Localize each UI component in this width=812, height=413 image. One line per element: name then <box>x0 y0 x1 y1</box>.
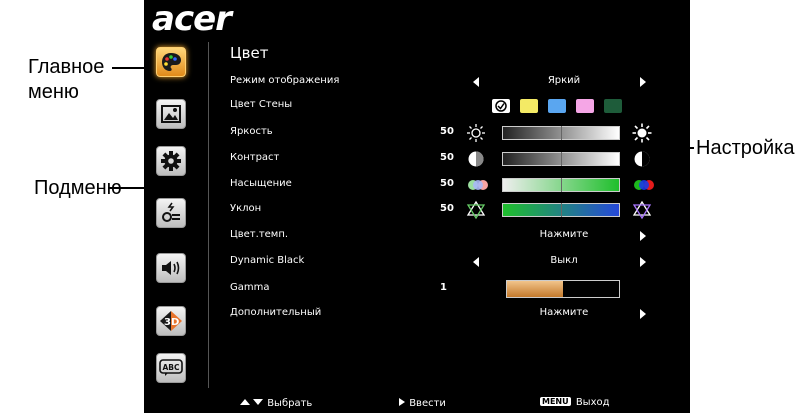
callout-settings: Настройка <box>696 137 795 159</box>
row-label: Режим отображения <box>230 75 340 86</box>
contrast-slider[interactable] <box>502 152 620 166</box>
row-tint[interactable]: Уклон 50 <box>144 200 690 220</box>
row-contrast[interactable]: Контраст 50 <box>144 149 690 169</box>
arrow-left-icon[interactable] <box>473 257 479 267</box>
arrow-right-icon[interactable] <box>640 77 646 87</box>
tint-high-icon <box>632 200 652 225</box>
arrow-right-icon[interactable] <box>640 231 646 241</box>
gamma-fill <box>507 281 563 297</box>
wall-color-swatch-pink[interactable] <box>576 99 594 113</box>
tint-value: 50 <box>440 203 454 214</box>
row-label: Цвет Стены <box>230 99 293 110</box>
brightness-value: 50 <box>440 126 454 137</box>
row-gamma[interactable]: Gamma 1 <box>144 279 690 299</box>
row-value: Яркий <box>547 75 581 86</box>
row-label: Дополнительный <box>230 307 322 318</box>
saturation-high-icon <box>632 175 656 200</box>
row-label: Насыщение <box>230 178 292 189</box>
row-label: Gamma <box>230 282 270 293</box>
contrast-value: 50 <box>440 152 454 163</box>
footer-enter-hint: Ввести <box>398 397 446 409</box>
row-label: Цвет.темп. <box>230 229 289 240</box>
callout-main-menu-line2: меню <box>28 81 79 103</box>
svg-text:ABC: ABC <box>163 363 181 372</box>
row-dynamic-black[interactable]: Dynamic Black Выкл <box>144 252 690 272</box>
wall-color-swatch-yellow[interactable] <box>520 99 538 113</box>
row-value: Выкл <box>550 255 578 266</box>
sun-filled-icon <box>632 123 652 148</box>
up-down-arrows-icon <box>240 399 263 405</box>
check-icon <box>495 100 507 112</box>
callout-main-menu-line1: Главное <box>28 56 105 78</box>
row-wall-color[interactable]: Цвет Стены <box>144 96 690 116</box>
contrast-high-icon <box>632 149 652 174</box>
arrow-right-icon[interactable] <box>640 257 646 267</box>
saturation-slider[interactable] <box>502 178 620 192</box>
wall-color-swatch-green[interactable] <box>604 99 622 113</box>
footer-enter-label: Ввести <box>409 398 446 409</box>
row-saturation[interactable]: Насыщение 50 <box>144 175 690 195</box>
row-brightness[interactable]: Яркость 50 <box>144 123 690 143</box>
abc-language-icon[interactable]: ABC <box>156 353 186 383</box>
slider-marker <box>561 178 562 192</box>
menu-key-badge: MENU <box>540 397 571 406</box>
row-display-mode[interactable]: Режим отображения Яркий <box>144 72 690 92</box>
slider-marker <box>561 126 562 140</box>
wall-color-swatch-blue[interactable] <box>548 99 566 113</box>
arrow-left-icon[interactable] <box>473 77 479 87</box>
saturation-low-icon <box>466 175 490 200</box>
row-color-temp[interactable]: Цвет.темп. Нажмите <box>144 226 690 246</box>
slider-marker <box>561 203 562 217</box>
row-label: Яркость <box>230 126 273 137</box>
footer-select-label: Выбрать <box>267 398 313 409</box>
brightness-slider[interactable] <box>502 126 620 140</box>
slider-marker <box>561 152 562 166</box>
contrast-low-icon <box>466 149 486 174</box>
row-value: Нажмите <box>539 307 589 318</box>
row-advanced[interactable]: Дополнительный Нажмите <box>144 304 690 324</box>
callout-main-menu: Главное меню <box>28 55 104 105</box>
wall-color-swatch-white[interactable] <box>492 99 510 113</box>
row-label: Dynamic Black <box>230 255 305 266</box>
tint-slider[interactable] <box>502 203 620 217</box>
row-value: Нажмите <box>539 229 589 240</box>
footer-exit-hint: MENU Выход <box>540 397 610 408</box>
row-label: Уклон <box>230 203 262 214</box>
page-title: Цвет <box>230 44 269 62</box>
gamma-value: 1 <box>440 282 447 293</box>
row-label: Контраст <box>230 152 280 163</box>
gamma-bar[interactable] <box>506 280 620 298</box>
sun-outline-icon <box>466 123 486 148</box>
osd-menu: acer 3D ABC Цвет Режим отображения Яркий… <box>144 0 690 413</box>
enter-arrow-icon <box>399 398 405 406</box>
tint-low-icon <box>466 200 486 225</box>
acer-logo: acer <box>152 0 232 39</box>
saturation-value: 50 <box>440 178 454 189</box>
arrow-right-icon[interactable] <box>640 309 646 319</box>
footer-select-hint: Выбрать <box>240 397 312 409</box>
footer-exit-label: Выход <box>575 397 610 408</box>
